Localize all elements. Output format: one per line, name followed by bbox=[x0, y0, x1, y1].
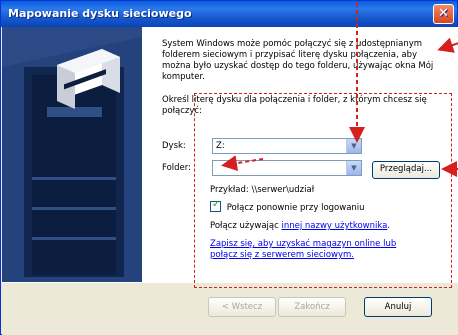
browse-button[interactable]: Przeglądaj... bbox=[372, 161, 440, 179]
back-button[interactable]: < Wstecz bbox=[208, 297, 276, 317]
wizard-footer: < Wstecz Zakończ Anuluj bbox=[2, 282, 458, 335]
close-button[interactable]: ✕ bbox=[433, 4, 454, 24]
folder-example: Przykład: \\serwer\udział bbox=[210, 185, 315, 195]
intro-instruction: Określ literę dysku dla połączenia i fol… bbox=[162, 95, 427, 116]
wizard-side-image bbox=[2, 27, 142, 282]
map-network-drive-dialog: Mapowanie dysku sieciowego ✕ System Wind… bbox=[0, 0, 458, 335]
online-storage-link[interactable]: Zapisz się, aby uzyskać magazyn online l… bbox=[210, 239, 425, 261]
drive-value: Z: bbox=[216, 141, 225, 151]
folder-input[interactable]: ▼ bbox=[212, 160, 362, 176]
window-title: Mapowanie dysku sieciowego bbox=[8, 7, 192, 20]
connect-as-line: Połącz używając innej nazwy użytkownika. bbox=[210, 221, 390, 231]
title-bar: Mapowanie dysku sieciowego ✕ bbox=[1, 1, 457, 27]
close-icon: ✕ bbox=[438, 6, 449, 21]
reconnect-option[interactable]: Połącz ponownie przy logowaniu bbox=[210, 199, 365, 213]
wizard-content: System Windows może pomóc połączyć się z… bbox=[142, 27, 458, 282]
reconnect-label: Połącz ponownie przy logowaniu bbox=[226, 203, 365, 213]
intro-description: System Windows może pomóc połączyć się z… bbox=[162, 39, 434, 82]
reconnect-checkbox[interactable] bbox=[210, 199, 221, 212]
chevron-down-icon[interactable]: ▼ bbox=[346, 161, 361, 175]
cancel-button[interactable]: Anuluj bbox=[364, 297, 432, 317]
drive-select[interactable]: Z: ▼ bbox=[212, 138, 362, 154]
network-drive-icon bbox=[2, 27, 142, 282]
connect-as-prefix: Połącz używając bbox=[210, 221, 282, 231]
chevron-down-icon[interactable]: ▼ bbox=[346, 139, 361, 153]
connect-as-suffix: . bbox=[387, 221, 391, 231]
drive-label: Dysk: bbox=[162, 141, 186, 151]
different-user-link[interactable]: innej nazwy użytkownika bbox=[281, 221, 387, 231]
finish-button[interactable]: Zakończ bbox=[278, 297, 346, 317]
folder-label: Folder: bbox=[162, 163, 191, 173]
